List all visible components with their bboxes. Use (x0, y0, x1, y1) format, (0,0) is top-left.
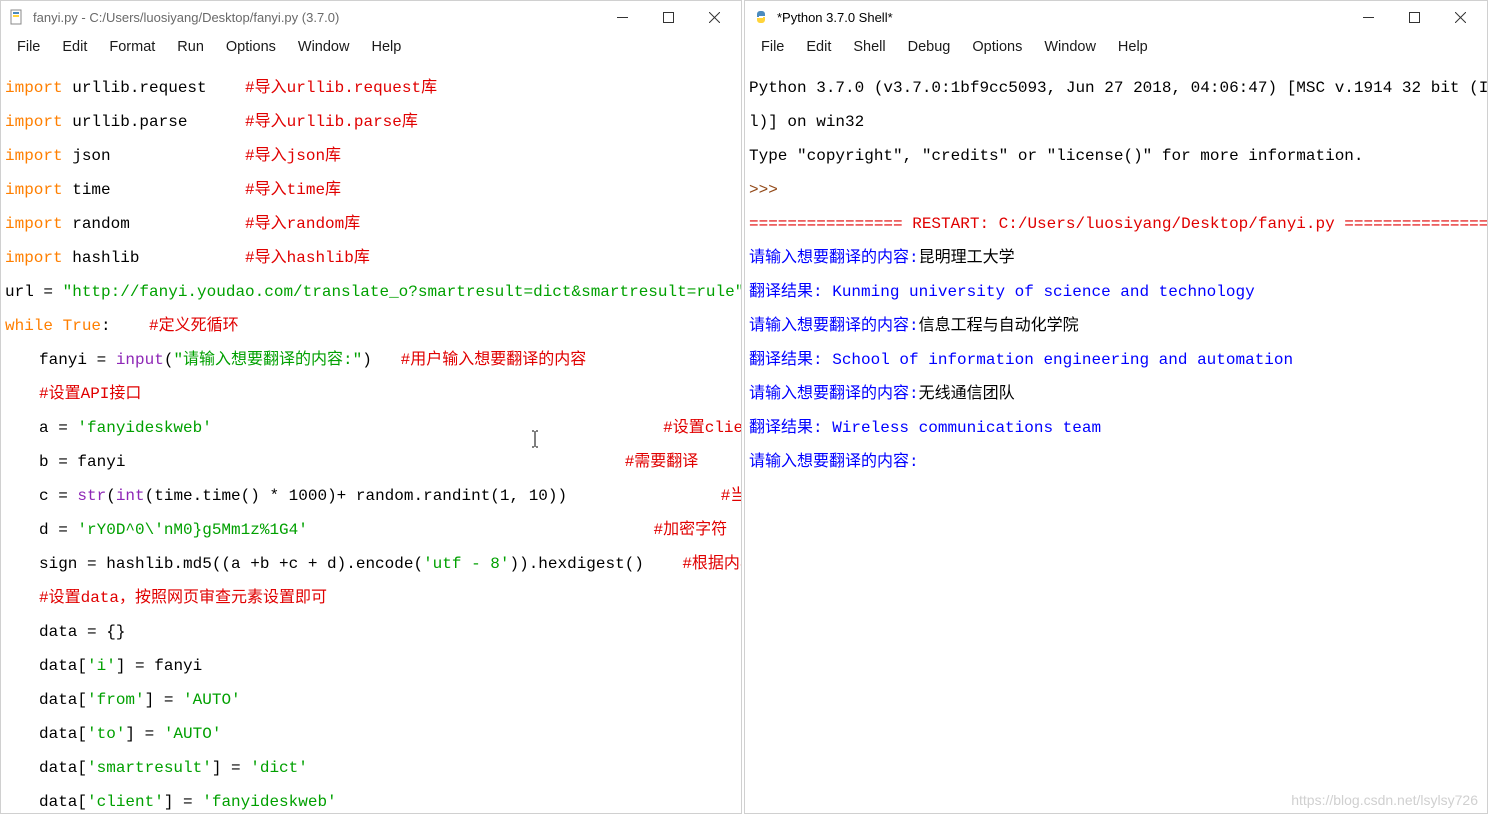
minimize-button[interactable] (599, 2, 645, 32)
menu-help[interactable]: Help (361, 37, 411, 57)
editor-menubar: File Edit Format Run Options Window Help (1, 33, 741, 61)
text-cursor-ibeam (531, 430, 539, 453)
shell-prompt: >>> (749, 181, 778, 199)
shell-banner: Type "copyright", "credits" or "license(… (749, 148, 1483, 165)
menu-file[interactable]: File (751, 37, 794, 57)
prompt-label: 请输入想要翻译的内容: (749, 317, 919, 335)
python-shell-icon (753, 9, 769, 25)
prompt-label: 请输入想要翻译的内容: (749, 385, 919, 403)
shell-restart: ================ RESTART: C:/Users/luosi… (749, 216, 1483, 233)
python-file-icon (9, 9, 25, 25)
menu-format[interactable]: Format (99, 37, 165, 57)
minimize-button[interactable] (1345, 2, 1391, 32)
close-button[interactable] (1437, 2, 1483, 32)
menu-window[interactable]: Window (288, 37, 360, 57)
maximize-button[interactable] (1391, 2, 1437, 32)
shell-window: *Python 3.7.0 Shell* File Edit Shell Deb… (744, 0, 1488, 814)
menu-edit[interactable]: Edit (52, 37, 97, 57)
prompt-label: 请输入想要翻译的内容: (749, 249, 919, 267)
menu-debug[interactable]: Debug (898, 37, 961, 57)
menu-options[interactable]: Options (962, 37, 1032, 57)
prompt-label: 请输入想要翻译的内容: (749, 453, 919, 471)
result-label: 翻译结果: (749, 351, 832, 369)
editor-window: fanyi.py - C:/Users/luosiyang/Desktop/fa… (0, 0, 742, 814)
result-value: Wireless communications team (832, 419, 1101, 437)
menu-file[interactable]: File (7, 37, 50, 57)
menu-help[interactable]: Help (1108, 37, 1158, 57)
user-input: 无线通信团队 (919, 385, 1015, 403)
menu-shell[interactable]: Shell (843, 37, 895, 57)
code-editor[interactable]: import urllib.request #导入urllib.request库… (1, 61, 741, 813)
menu-window[interactable]: Window (1034, 37, 1106, 57)
shell-titlebar[interactable]: *Python 3.7.0 Shell* (745, 1, 1487, 33)
watermark: https://blog.csdn.net/lsylsy726 (1291, 792, 1478, 808)
result-value: Kunming university of science and techno… (832, 283, 1254, 301)
shell-banner: Python 3.7.0 (v3.7.0:1bf9cc5093, Jun 27 … (749, 80, 1483, 97)
shell-title: *Python 3.7.0 Shell* (777, 10, 1345, 25)
menu-edit[interactable]: Edit (796, 37, 841, 57)
user-input: 信息工程与自动化学院 (919, 317, 1079, 335)
shell-banner: l)] on win32 (749, 114, 1483, 131)
editor-title: fanyi.py - C:/Users/luosiyang/Desktop/fa… (33, 10, 599, 25)
user-input: 昆明理工大学 (919, 249, 1015, 267)
shell-output[interactable]: Python 3.7.0 (v3.7.0:1bf9cc5093, Jun 27 … (745, 61, 1487, 813)
menu-run[interactable]: Run (167, 37, 214, 57)
shell-menubar: File Edit Shell Debug Options Window Hel… (745, 33, 1487, 61)
result-value: School of information engineering and au… (832, 351, 1293, 369)
result-label: 翻译结果: (749, 283, 832, 301)
menu-options[interactable]: Options (216, 37, 286, 57)
editor-titlebar[interactable]: fanyi.py - C:/Users/luosiyang/Desktop/fa… (1, 1, 741, 33)
maximize-button[interactable] (645, 2, 691, 32)
close-button[interactable] (691, 2, 737, 32)
result-label: 翻译结果: (749, 419, 832, 437)
